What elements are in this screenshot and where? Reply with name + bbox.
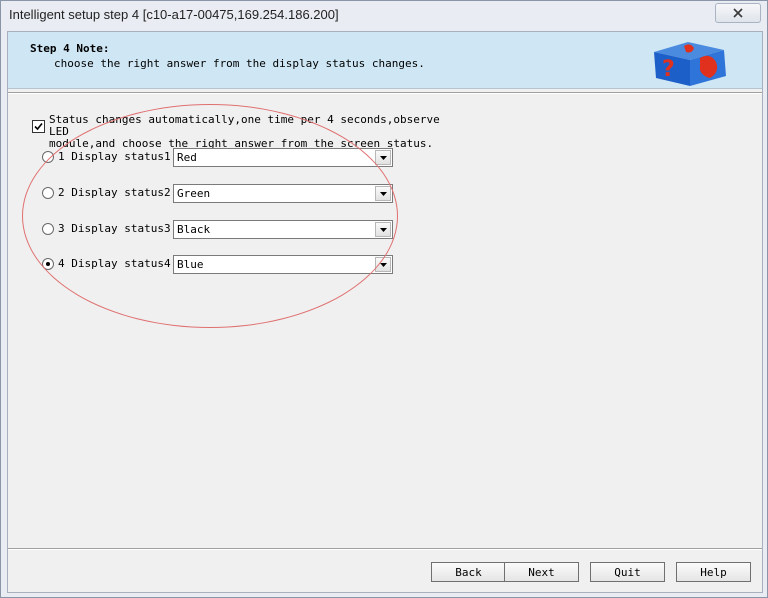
radio-dot <box>46 262 50 266</box>
status-row-3: 3 Display status3: Black <box>42 220 412 240</box>
status-label-3: 3 Display status3: <box>58 222 178 235</box>
status-value-4: Blue <box>177 258 204 271</box>
chevron-down-icon <box>379 262 387 267</box>
svg-text:?: ? <box>662 57 675 82</box>
auto-change-label: Status changes automatically,one time pe… <box>49 114 449 150</box>
quit-button[interactable]: Quit <box>590 562 665 582</box>
question-cube-icon: ? <box>654 42 726 86</box>
status-label-2: 2 Display status2: <box>58 186 178 199</box>
status-select-4[interactable]: Blue <box>173 255 393 274</box>
step-header: Step 4 Note: choose the right answer fro… <box>8 32 762 89</box>
dropdown-arrow-button[interactable] <box>375 150 391 165</box>
help-button[interactable]: Help <box>676 562 751 582</box>
status-radio-1[interactable] <box>42 151 54 163</box>
status-row-2: 2 Display status2: Green <box>42 184 412 204</box>
status-radio-4[interactable] <box>42 258 54 270</box>
back-button[interactable]: Back <box>431 562 506 582</box>
status-radio-2[interactable] <box>42 187 54 199</box>
status-row-4: 4 Display status4: Blue <box>42 255 412 275</box>
title-bar[interactable]: Intelligent setup step 4 [c10-a17-00475,… <box>1 1 767 29</box>
status-label-4: 4 Display status4: <box>58 257 178 270</box>
status-radio-3[interactable] <box>42 223 54 235</box>
chevron-down-icon <box>379 227 387 232</box>
dropdown-arrow-button[interactable] <box>375 186 391 201</box>
status-row-1: 1 Display status1: Red <box>42 148 412 168</box>
dialog-window: Intelligent setup step 4 [c10-a17-00475,… <box>0 0 768 598</box>
chevron-down-icon <box>379 191 387 196</box>
status-select-2[interactable]: Green <box>173 184 393 203</box>
auto-change-line1: Status changes automatically,one time pe… <box>49 113 440 138</box>
dropdown-arrow-button[interactable] <box>375 257 391 272</box>
dialog-client: Step 4 Note: choose the right answer fro… <box>7 31 763 593</box>
close-button[interactable] <box>715 3 761 23</box>
step-title: Step 4 Note: <box>30 42 110 55</box>
chevron-down-icon <box>379 155 387 160</box>
checkmark-icon <box>34 122 43 131</box>
status-select-3[interactable]: Black <box>173 220 393 239</box>
auto-change-checkbox[interactable] <box>32 120 45 133</box>
dropdown-arrow-button[interactable] <box>375 222 391 237</box>
next-button[interactable]: Next <box>504 562 579 582</box>
step-note: choose the right answer from the display… <box>54 57 425 70</box>
separator <box>8 548 762 550</box>
status-label-1: 1 Display status1: <box>58 150 178 163</box>
status-value-2: Green <box>177 187 211 200</box>
status-value-1: Red <box>177 151 197 164</box>
separator <box>8 92 762 94</box>
window-title: Intelligent setup step 4 [c10-a17-00475,… <box>9 7 339 22</box>
status-select-1[interactable]: Red <box>173 148 393 167</box>
status-value-3: Black <box>177 223 211 236</box>
close-icon <box>733 8 743 18</box>
